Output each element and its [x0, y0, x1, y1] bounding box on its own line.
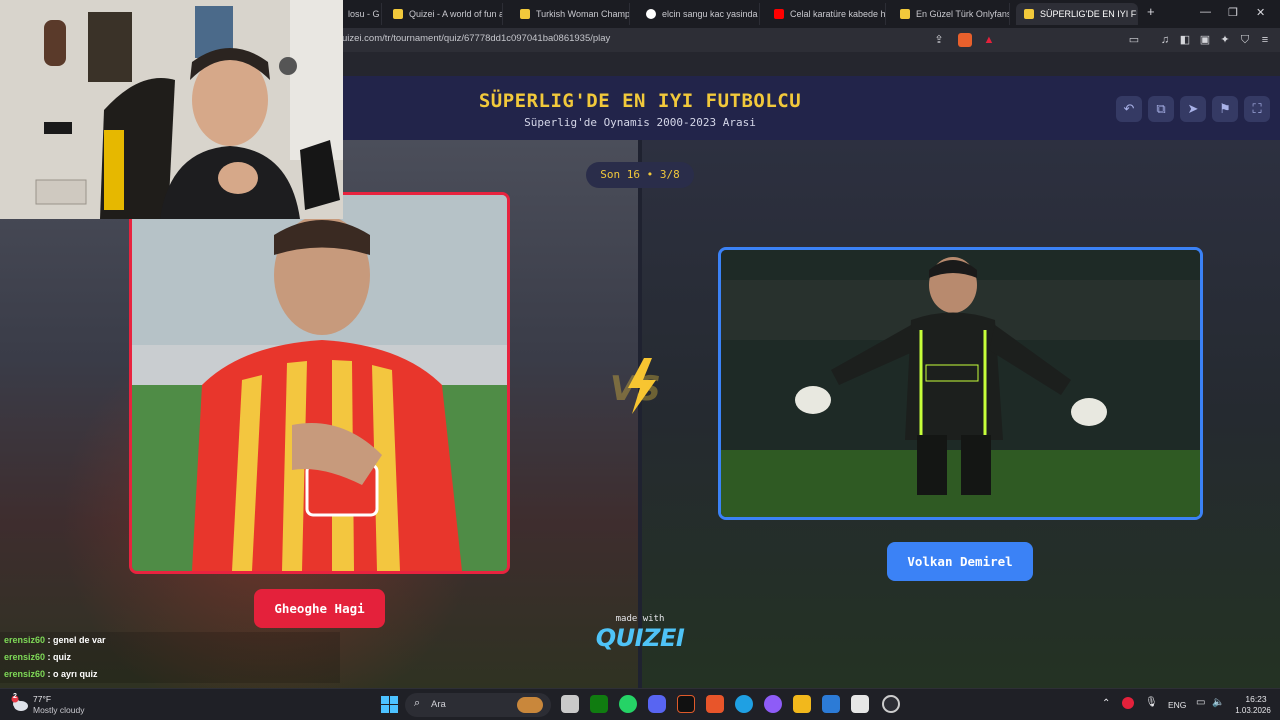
webcam-feed: [0, 0, 343, 219]
vs-lightning-icon: VS: [610, 358, 661, 414]
store-icon[interactable]: [851, 695, 869, 713]
xbox-icon[interactable]: [590, 695, 608, 713]
chevron-up-icon[interactable]: ⌃: [1102, 698, 1110, 709]
discord-icon[interactable]: [648, 695, 666, 713]
tab-quizei-home[interactable]: Quizei - A world of fun an: [385, 3, 503, 25]
chat-text: genel de var: [53, 635, 106, 645]
maximize-button[interactable]: ❐: [1228, 6, 1238, 19]
left-player-card[interactable]: [129, 192, 510, 574]
undo-icon: ↶: [1123, 101, 1135, 116]
whatsapp-icon[interactable]: [619, 695, 637, 713]
brave-shield-icon[interactable]: [958, 33, 972, 47]
chat-text: o ayrı quiz: [53, 669, 98, 679]
quiz-title: SÜPERLIG'DE EN IYI FUTBOLCU: [478, 90, 802, 112]
edge-icon[interactable]: [735, 695, 753, 713]
tab-label: elcin sangu kac yasinda - G: [662, 9, 759, 19]
tab-1[interactable]: losu - G: [340, 3, 382, 25]
tab-label: Quizei - A world of fun an: [409, 9, 503, 19]
tab-label: Turkish Woman Champion: [536, 9, 630, 19]
tab-label: SÜPERLIG'DE EN IYI FU: [1040, 9, 1138, 19]
url-field[interactable]: uizei.com/tr/tournament/quiz/67778dd1c09…: [342, 33, 610, 44]
share-button[interactable]: ➤: [1180, 96, 1206, 122]
search-placeholder: Ara: [431, 699, 446, 710]
tab-google-search[interactable]: elcin sangu kac yasinda - G: [638, 3, 760, 25]
mail-icon[interactable]: [822, 695, 840, 713]
tab-label: En Güzel Türk Onlyfansc: [916, 9, 1010, 19]
chat-username: erensiz60: [4, 635, 46, 645]
new-tab-button[interactable]: +: [1147, 4, 1155, 19]
taskbar-search-box[interactable]: ⌕ Ara: [405, 693, 551, 717]
copy-button[interactable]: ⧉: [1148, 96, 1174, 122]
tab-onlyfansci[interactable]: En Güzel Türk Onlyfansc: [892, 3, 1010, 25]
display-icon[interactable]: ▭: [1196, 697, 1205, 708]
wallet-icon[interactable]: ▣: [1198, 33, 1212, 47]
clock-date[interactable]: 1.03.2026: [1230, 706, 1276, 715]
send-icon: ➤: [1187, 101, 1199, 116]
copilot-icon[interactable]: [764, 695, 782, 713]
minimize-button[interactable]: —: [1200, 6, 1211, 18]
tab-turkish-woman[interactable]: Turkish Woman Champion: [512, 3, 630, 25]
chat-text: quiz: [53, 652, 72, 662]
search-icon: ⌕: [414, 697, 421, 709]
quizei-favicon-icon: [1024, 9, 1034, 19]
quizei-favicon-icon: [520, 9, 530, 19]
media-icon[interactable]: ♫: [1158, 33, 1172, 47]
report-button[interactable]: ⚑: [1212, 96, 1238, 122]
leo-ai-icon[interactable]: ✦: [1218, 33, 1232, 47]
share-icon[interactable]: ⇪: [932, 33, 946, 47]
undo-button[interactable]: ↶: [1116, 96, 1142, 122]
weather-temperature[interactable]: 77°F: [33, 694, 51, 704]
terminal-icon[interactable]: [677, 695, 695, 713]
chat-message: erensiz60 : o ayrı quiz: [0, 666, 340, 683]
fullscreen-button[interactable]: ⛶: [1244, 96, 1270, 122]
stream-chat-overlay: erensiz60 : genel de var erensiz60 : qui…: [0, 632, 340, 688]
right-player-name-button[interactable]: Volkan Demirel: [887, 542, 1033, 581]
tab-label: Celal karatüre kabede hac: [790, 9, 886, 19]
google-favicon-icon: [646, 9, 656, 19]
chrome-icon[interactable]: [882, 695, 900, 713]
flag-icon: ⚑: [1219, 101, 1231, 116]
streamer-webcam-overlay: [0, 0, 343, 219]
left-player-name-button[interactable]: Gheoghe Hagi: [254, 589, 385, 628]
quiz-subtitle: Süperlig'de Oynamis 2000-2023 Arasi: [524, 116, 756, 129]
weather-badge: 2: [13, 693, 17, 700]
weather-description[interactable]: Mostly cloudy: [33, 705, 85, 715]
chat-message: erensiz60 : quiz: [0, 649, 340, 666]
language-indicator[interactable]: ENG: [1168, 700, 1186, 710]
quizei-favicon-icon: [900, 9, 910, 19]
chat-message: erensiz60 : genel de var: [0, 632, 340, 649]
right-player-photo: [721, 250, 1200, 517]
windows-start-icon[interactable]: [381, 696, 398, 713]
reader-icon[interactable]: ▭: [1127, 33, 1141, 47]
left-player-photo: [132, 195, 507, 571]
quizei-favicon-icon: [393, 9, 403, 19]
youtube-favicon-icon: [774, 9, 784, 19]
made-with-label: made with: [615, 614, 665, 624]
tray-app-icon[interactable]: [1122, 697, 1134, 709]
right-player-card[interactable]: [718, 247, 1203, 520]
windows-taskbar: 2 77°F Mostly cloudy ⌕ Ara ⌃ 🎙 ENG ▭ 🔈 1…: [0, 688, 1280, 720]
copy-icon: ⧉: [1156, 101, 1166, 116]
close-window-button[interactable]: ✕: [1256, 6, 1265, 19]
tab-youtube[interactable]: Celal karatüre kabede hac: [766, 3, 886, 25]
sidebar-icon[interactable]: ◧: [1178, 33, 1192, 47]
clock-time[interactable]: 16:23: [1238, 694, 1274, 704]
fullscreen-icon: ⛶: [1252, 101, 1262, 116]
search-highlight-icon: [517, 697, 543, 713]
menu-icon[interactable]: ≡: [1258, 33, 1272, 47]
tab-label: losu - G: [348, 9, 380, 19]
microphone-icon[interactable]: 🎙: [1145, 697, 1158, 708]
vpn-icon[interactable]: ⛉: [1238, 33, 1252, 47]
chat-username: erensiz60: [4, 652, 46, 662]
tab-active-quiz[interactable]: SÜPERLIG'DE EN IYI FU ✕: [1016, 3, 1138, 25]
round-badge: Son 16 • 3/8: [586, 162, 694, 188]
brave-browser-icon[interactable]: [706, 695, 724, 713]
chat-username: erensiz60: [4, 669, 46, 679]
rewards-icon[interactable]: ▲: [982, 33, 996, 47]
quizei-logo[interactable]: QUIZEI: [590, 624, 690, 652]
task-view-icon[interactable]: [561, 695, 579, 713]
file-explorer-icon[interactable]: [793, 695, 811, 713]
volume-icon[interactable]: 🔈: [1212, 697, 1224, 708]
